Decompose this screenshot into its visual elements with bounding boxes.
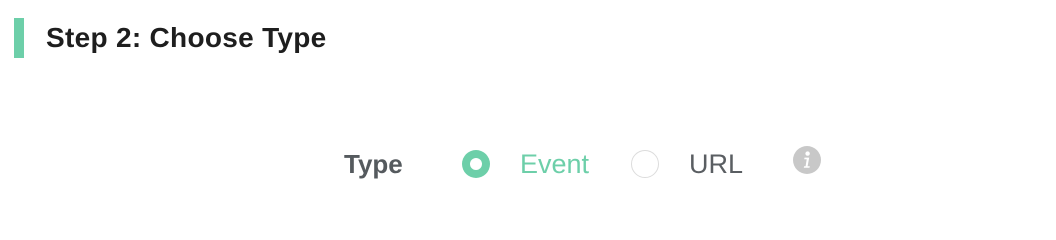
- info-glyph: [803, 151, 810, 168]
- type-label: Type: [344, 148, 403, 179]
- radio-button-url[interactable]: [631, 150, 660, 178]
- type-field-row: Type Event URL: [344, 142, 822, 186]
- info-icon[interactable]: [793, 146, 822, 174]
- radio-option-url[interactable]: URL: [631, 149, 743, 180]
- accent-bar: [14, 18, 24, 58]
- radio-label-url[interactable]: URL: [689, 149, 743, 180]
- step-title: Step 2: Choose Type: [46, 22, 327, 53]
- radio-button-event[interactable]: [462, 150, 490, 178]
- radio-label-event[interactable]: Event: [520, 149, 589, 180]
- step-header: Step 2: Choose Type: [14, 18, 327, 58]
- radio-option-event[interactable]: Event: [462, 149, 589, 180]
